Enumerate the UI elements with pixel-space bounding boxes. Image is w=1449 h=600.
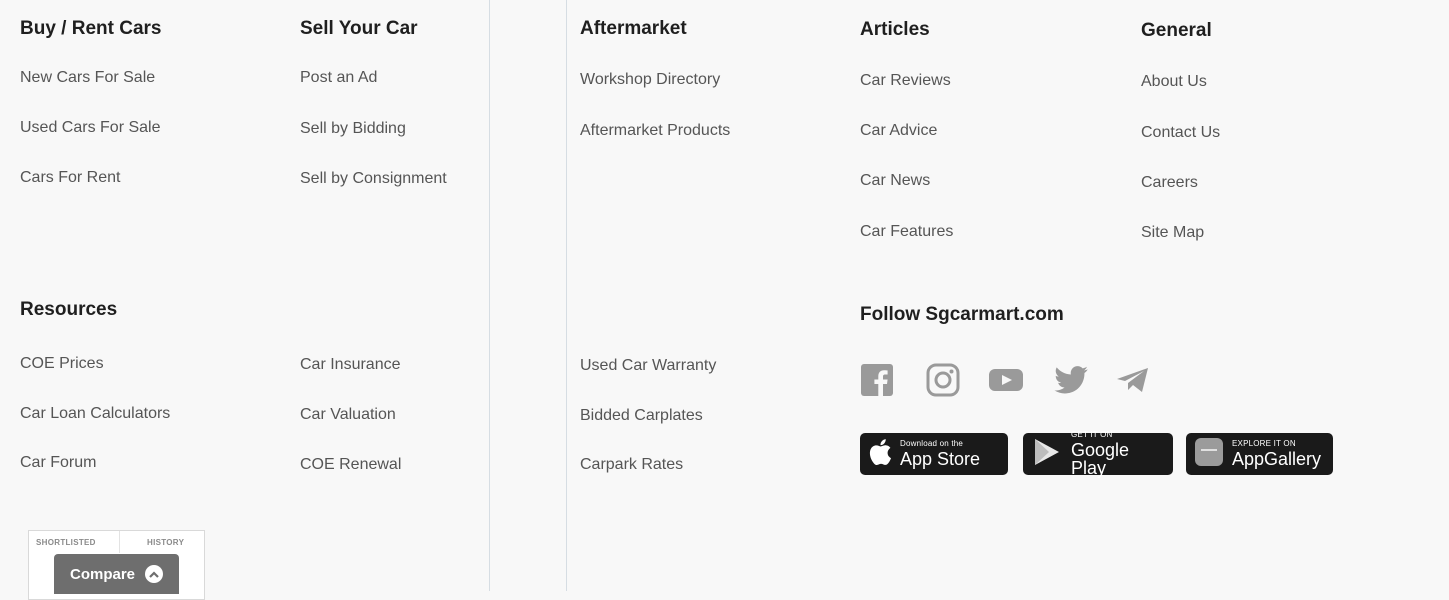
app-store-small-text: Download on the bbox=[900, 439, 964, 448]
link-carpark-rates[interactable]: Carpark Rates bbox=[580, 456, 683, 474]
apple-icon bbox=[868, 438, 892, 471]
heading-sell-your-car: Sell Your Car bbox=[300, 18, 418, 39]
app-store-badge[interactable]: Download on the App Store bbox=[860, 433, 1008, 475]
google-play-label: Google Play bbox=[1071, 440, 1130, 478]
footer-divider-left bbox=[489, 0, 490, 591]
app-store-label: App Store bbox=[900, 449, 981, 469]
link-new-cars-for-sale[interactable]: New Cars For Sale bbox=[20, 69, 155, 87]
link-car-forum[interactable]: Car Forum bbox=[20, 454, 96, 472]
youtube-icon[interactable] bbox=[987, 363, 1025, 397]
twitter-icon[interactable] bbox=[1052, 363, 1090, 397]
link-car-advice[interactable]: Car Advice bbox=[860, 122, 937, 140]
telegram-icon[interactable] bbox=[1114, 363, 1152, 397]
heading-aftermarket: Aftermarket bbox=[580, 18, 687, 39]
chevron-up-icon bbox=[145, 565, 164, 583]
heading-general: General bbox=[1141, 20, 1212, 41]
heading-buy-rent-cars: Buy / Rent Cars bbox=[20, 18, 162, 39]
app-gallery-icon bbox=[1194, 437, 1224, 472]
heading-articles: Articles bbox=[860, 19, 930, 40]
link-site-map[interactable]: Site Map bbox=[1141, 224, 1204, 242]
tab-shortlisted[interactable]: SHORTLISTED bbox=[36, 538, 96, 547]
google-play-badge[interactable]: GET IT ON Google Play bbox=[1023, 430, 1173, 478]
google-play-small-text: GET IT ON bbox=[1071, 430, 1113, 439]
tab-separator bbox=[119, 531, 120, 553]
link-aftermarket-products[interactable]: Aftermarket Products bbox=[580, 122, 730, 140]
link-workshop-directory[interactable]: Workshop Directory bbox=[580, 71, 720, 89]
compare-button-label: Compare bbox=[69, 565, 136, 583]
link-car-features[interactable]: Car Features bbox=[860, 223, 953, 241]
link-coe-prices[interactable]: COE Prices bbox=[20, 355, 104, 373]
facebook-icon[interactable] bbox=[860, 363, 894, 397]
heading-follow: Follow Sgcarmart.com bbox=[860, 304, 1064, 325]
app-gallery-label: AppGallery bbox=[1232, 449, 1322, 469]
link-post-an-ad[interactable]: Post an Ad bbox=[300, 69, 377, 87]
link-used-car-warranty[interactable]: Used Car Warranty bbox=[580, 357, 716, 375]
link-about-us[interactable]: About Us bbox=[1141, 73, 1207, 91]
link-car-insurance[interactable]: Car Insurance bbox=[300, 356, 401, 374]
compare-widget: SHORTLISTED HISTORY Compare bbox=[28, 530, 205, 600]
tab-history[interactable]: HISTORY bbox=[147, 538, 184, 547]
compare-button[interactable]: Compare bbox=[54, 554, 179, 594]
app-gallery-small-text: EXPLORE IT ON bbox=[1232, 439, 1296, 448]
link-sell-by-bidding[interactable]: Sell by Bidding bbox=[300, 120, 406, 138]
heading-resources: Resources bbox=[20, 299, 118, 320]
app-gallery-badge[interactable]: EXPLORE IT ON AppGallery bbox=[1186, 433, 1333, 475]
link-car-news[interactable]: Car News bbox=[860, 172, 930, 190]
link-used-cars-for-sale[interactable]: Used Cars For Sale bbox=[20, 119, 161, 137]
footer-divider-right bbox=[566, 0, 567, 591]
instagram-icon[interactable] bbox=[924, 363, 962, 397]
link-bidded-carplates[interactable]: Bidded Carplates bbox=[580, 407, 703, 425]
link-car-reviews[interactable]: Car Reviews bbox=[860, 72, 951, 90]
link-coe-renewal[interactable]: COE Renewal bbox=[300, 456, 401, 474]
link-contact-us[interactable]: Contact Us bbox=[1141, 124, 1220, 142]
google-play-icon bbox=[1031, 437, 1063, 472]
link-careers[interactable]: Careers bbox=[1141, 174, 1198, 192]
link-car-loan-calculators[interactable]: Car Loan Calculators bbox=[20, 405, 170, 423]
link-cars-for-rent[interactable]: Cars For Rent bbox=[20, 169, 120, 187]
link-sell-by-consignment[interactable]: Sell by Consignment bbox=[300, 170, 447, 188]
link-car-valuation[interactable]: Car Valuation bbox=[300, 406, 396, 424]
